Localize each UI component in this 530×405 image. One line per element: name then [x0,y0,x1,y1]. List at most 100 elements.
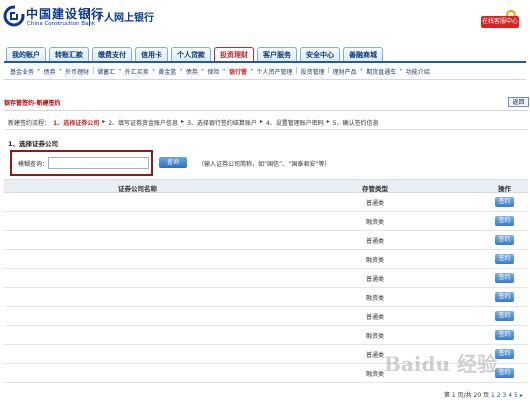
page-link-4[interactable]: 4 [508,392,512,399]
table-row: 融资类 签约 [4,326,528,345]
process-step-5: 5、确认签约信息 [332,120,379,127]
subnav-divider [4,79,526,80]
col-header-op: 操作 [498,185,511,193]
securities-name-cell [4,288,304,306]
section-title: 1、选择证券公司 [8,140,59,148]
securities-name-cell [4,307,304,325]
sign-button[interactable]: 签约 [495,197,514,207]
bank-name-en: China Construction Bank [27,21,96,27]
custody-type: 普通类 [366,352,385,359]
site-title: 个人网上银行 [94,13,154,24]
subnav-wealth-products[interactable]: 理财产品 [333,67,357,76]
securities-name-cell [4,326,304,344]
subnav-bank-securities[interactable]: 银行管 [229,67,247,76]
securities-name-cell [4,269,304,287]
securities-name-cell [4,193,304,211]
pager-text: 第 1 页/共 20 页 [444,392,490,399]
sign-button[interactable]: 签约 [495,216,514,226]
table-row: 融资类 签约 [4,288,528,307]
custody-type: 普通类 [366,238,385,245]
sign-button[interactable]: 签约 [495,349,514,359]
table-row: 普通类 签约 [4,231,528,250]
subnav-bond-2[interactable]: 债券 [186,67,198,76]
sign-button[interactable]: 签约 [495,235,514,245]
sign-button[interactable]: 签约 [495,292,514,302]
sign-button[interactable]: 签约 [495,273,514,283]
watermark: Baidu 经验 [384,352,497,376]
breadcrumb-divider [4,110,528,111]
subnav-intro[interactable]: 功能介绍 [406,67,430,76]
custody-type: 融资类 [366,333,385,340]
subnav-fx-trade[interactable]: 外汇买卖 [125,67,149,76]
col-header-name: 证券公司名称 [118,185,157,193]
custody-type: 融资类 [366,219,385,226]
subnav-savings[interactable]: 储蓄汇 [97,67,115,76]
breadcrumb: 银存管签约-新建签约 [4,100,61,107]
table-row: 融资类 签约 [4,212,528,231]
process-label: 新建签约流程： [8,120,51,127]
logo-divider [89,8,90,26]
subnav-fund[interactable]: 基金业务 [10,67,34,76]
page-link-2[interactable]: 2 [497,392,501,399]
main-nav: 我的账户 转账汇款 缴费支付 信用卡 个人贷款 投资理财 客户服务 安全中心 善… [6,47,383,61]
table-row: 普通类 签约 [4,193,528,212]
custody-type: 普通类 [366,314,385,321]
search-hint: （输入证券公司简称，如“国信”、“国泰君安”等） [198,161,331,168]
subnav-fx-wealth[interactable]: 外币理财 [65,67,89,76]
custody-type: 普通类 [366,276,385,283]
subnav-bond[interactable]: 债券 [44,67,56,76]
process-step-1: 1、选择证券公司 [53,120,100,127]
page-link-3[interactable]: 3 [503,392,507,399]
process-step-2: 2、填写证券资金账户信息 [108,120,179,127]
sub-nav: 基金业务 • 债券 • 外币理财 | 储蓄汇 • 外汇买卖 • 黄金篮 • 债券 • 保险 • … [10,67,430,76]
sign-button[interactable]: 签约 [495,254,514,264]
tab-my-account[interactable]: 我的账户 [6,47,46,61]
subnav-insurance[interactable]: 保险 [207,67,219,76]
process-step-3: 3、选择银行签约结算账户 [187,120,257,127]
customer-service-button[interactable]: 在线客服中心 [481,16,519,28]
nav-underline [4,61,526,63]
tab-personal-loan[interactable]: 个人贷款 [171,47,211,61]
page-link-1[interactable]: 1 [491,392,495,399]
search-button[interactable]: 查询 [159,157,187,168]
custody-type: 融资类 [366,257,385,264]
process-steps: 新建签约流程： 1、选择证券公司 ▸ 2、填写证券资金账户信息 ▸ 3、选择银行签约… [8,118,379,127]
subnav-investment-mgmt[interactable]: 投资管理 [301,67,325,76]
custody-type: 普通类 [366,200,385,207]
sign-button[interactable]: 签约 [495,330,514,340]
bank-name-cn: 中国建设银行 [26,7,105,21]
custody-type: 融资类 [366,371,385,378]
tab-mall[interactable]: 善融商城 [343,47,383,61]
securities-name-cell [4,231,304,249]
back-button[interactable]: 返回 [508,97,529,107]
securities-name-cell [4,212,304,230]
tab-investment[interactable]: 投资理财 [214,47,254,61]
page-link-5[interactable]: 5 [514,392,518,399]
subnav-gold[interactable]: 黄金篮 [158,67,176,76]
process-divider [4,129,528,130]
search-label: 模糊查询： [18,161,49,168]
col-header-type: 存管类型 [362,185,388,193]
securities-name-cell [4,250,304,268]
sign-button[interactable]: 签约 [495,368,514,378]
tab-transfer[interactable]: 转账汇款 [49,47,89,61]
subnav-futures[interactable]: 期货直通车 [366,67,396,76]
table-header: 证券公司名称 存管类型 操作 [4,179,528,193]
table-row: 普通类 签约 [4,307,528,326]
table-row: 融资类 签约 [4,250,528,269]
tab-payment[interactable]: 缴费支付 [92,47,132,61]
securities-name-cell [4,345,304,363]
next-page-link[interactable]: ▸ [520,392,523,399]
tab-credit-card[interactable]: 信用卡 [135,47,168,61]
securities-name-cell [4,364,304,382]
process-step-4: 4、设置管理账户密码 [265,120,324,127]
tab-customer-service[interactable]: 客户服务 [257,47,297,61]
tab-security[interactable]: 安全中心 [300,47,340,61]
ccb-logo-icon [3,5,25,27]
subnav-asset-mgmt[interactable]: 个人资产管理 [257,67,293,76]
sign-button[interactable]: 签约 [495,311,514,321]
table-row: 普通类 签约 [4,269,528,288]
pagination: 第 1 页/共 20 页 1 2 3 4 5 ▸ [444,390,523,399]
custody-type: 融资类 [366,295,385,302]
search-input[interactable] [48,157,149,169]
